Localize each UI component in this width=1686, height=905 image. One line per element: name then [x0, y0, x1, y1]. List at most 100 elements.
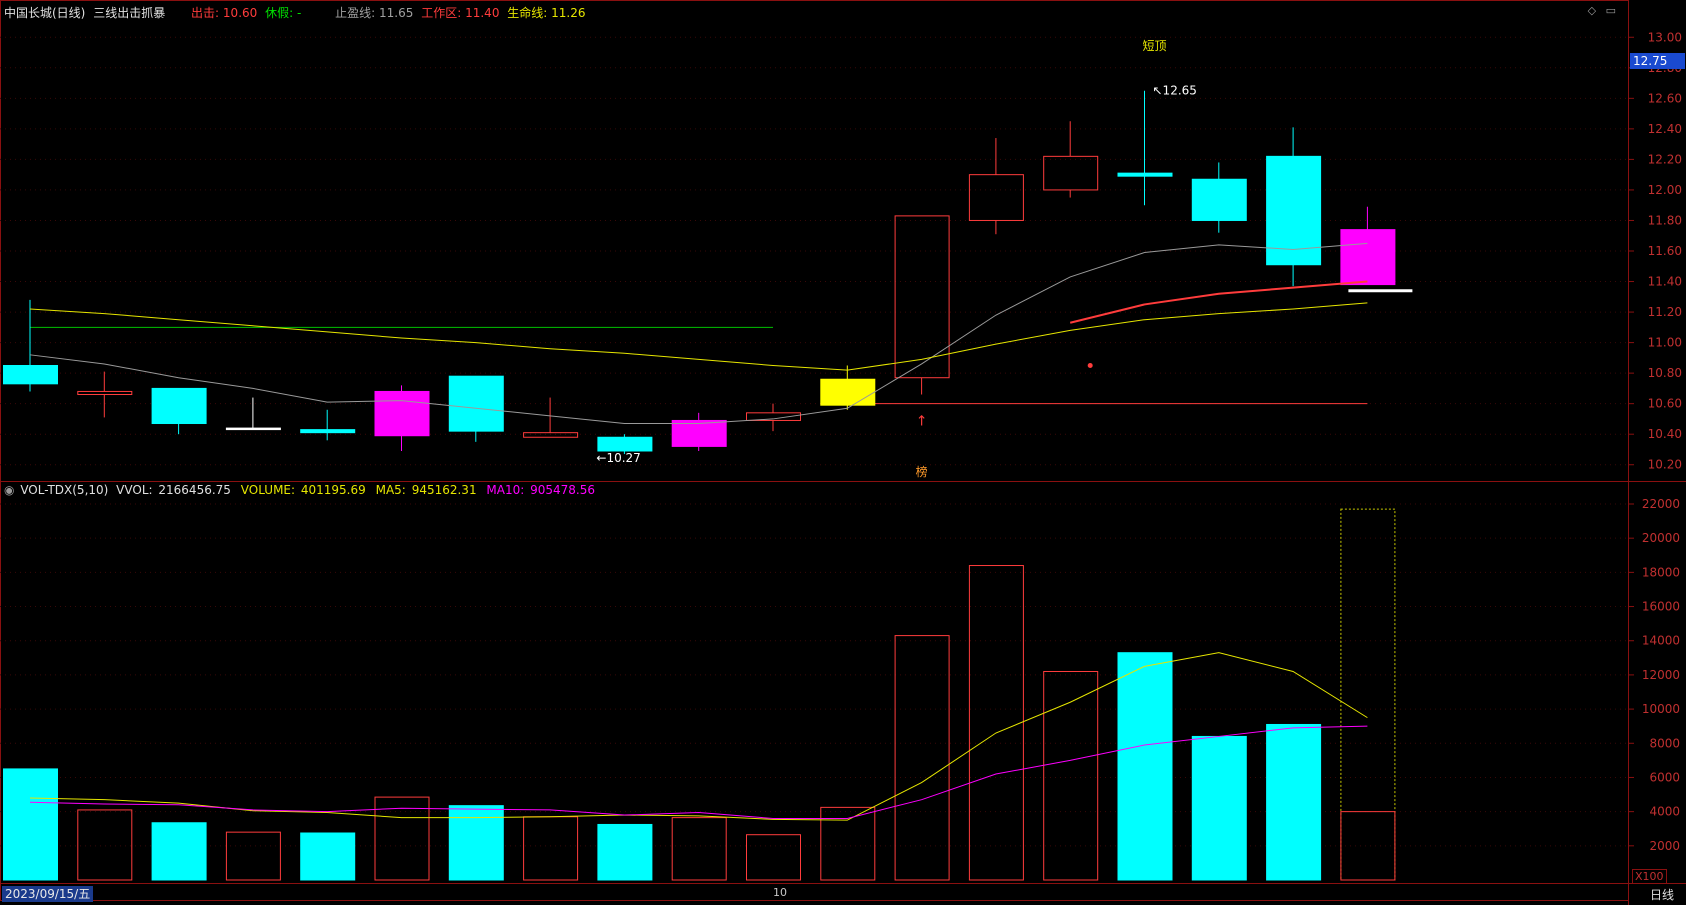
volume-bar — [523, 816, 579, 881]
candle-body — [523, 432, 579, 438]
candle-body — [968, 174, 1024, 221]
up-arrow-icon: ↑ — [916, 414, 928, 430]
indicator-name[interactable]: 三线出击抓暴 — [93, 6, 165, 20]
volume-bar — [671, 817, 727, 881]
current-price-tag: 12.75 — [1630, 53, 1685, 69]
volume-header: ◉ VOL-TDX(5,10) VVOL: 2166456.75 VOLUME:… — [4, 483, 601, 497]
volume-bar — [968, 565, 1024, 881]
volume-bar — [1043, 670, 1099, 881]
chart-header: 中国长城(日线) 三线出击抓暴 出击: 10.60 休假: - 止盈线: 11.… — [4, 4, 590, 22]
ma10-label: MA10: — [486, 483, 525, 497]
ma-red-line — [1069, 280, 1368, 324]
volume-unit: X100 — [1632, 869, 1667, 884]
price-tick-label: 10.60 — [1648, 397, 1682, 411]
volume-tick-label: 10000 — [1642, 702, 1680, 716]
chuji-label: 出击: — [191, 6, 220, 20]
candle-body — [1191, 178, 1247, 221]
bang-marker: 榜 — [916, 464, 928, 479]
candle-body — [1043, 155, 1099, 191]
signal-dot — [1087, 363, 1093, 368]
candle-body — [1117, 172, 1173, 177]
price-tick-label: 11.80 — [1648, 213, 1682, 227]
ma5-label: MA5: — [375, 483, 406, 497]
stop-label: 止盈线: — [335, 6, 376, 20]
candle-body — [225, 427, 281, 431]
life-value: 11.26 — [551, 6, 586, 20]
ma5-value: 945162.31 — [411, 483, 477, 497]
price-tick-label: 10.20 — [1648, 458, 1682, 472]
candle-body — [3, 365, 58, 385]
price-tick-label: 11.00 — [1648, 336, 1682, 350]
vvol-value: 2166456.75 — [158, 483, 231, 497]
candle-body — [1340, 229, 1396, 286]
work-value: 11.40 — [465, 6, 500, 20]
price-tick-label: 11.60 — [1648, 244, 1682, 258]
price-tick-label: 10.80 — [1648, 366, 1682, 380]
xiujia-value: - — [296, 6, 302, 20]
price-tick-label: 11.40 — [1648, 275, 1682, 289]
ma-yellow-line — [29, 302, 1368, 371]
volume-bar — [597, 823, 653, 881]
volume-bar-forecast — [1340, 508, 1396, 881]
volume-tick-label: 12000 — [1642, 668, 1680, 682]
work-label: 工作区: — [421, 6, 462, 20]
candle-body — [77, 390, 133, 396]
volume-tick-label: 4000 — [1649, 805, 1680, 819]
volume-bar — [894, 635, 950, 881]
volume-bar — [1117, 652, 1173, 881]
cursor-date: 2023/09/15/五 — [2, 886, 94, 902]
volume-bar — [300, 832, 356, 881]
price-tick-label: 12.00 — [1648, 183, 1682, 197]
volume-bar — [448, 805, 504, 881]
stop-value: 11.65 — [379, 6, 414, 20]
stock-chart[interactable]: 13.0012.8012.6012.4012.2012.0011.8011.60… — [0, 0, 1686, 905]
candle-body — [151, 387, 207, 425]
volume-indicator-name[interactable]: VOL-TDX(5,10) — [20, 483, 108, 497]
collapse-icon[interactable]: ◉ — [4, 483, 14, 497]
volume-tick-label: 20000 — [1642, 531, 1680, 545]
chuji-value: 10.60 — [222, 6, 258, 20]
volume-tick-label: 8000 — [1649, 736, 1680, 750]
period-button[interactable]: 日线 — [1650, 886, 1674, 903]
volume-tick-label: 22000 — [1642, 497, 1680, 511]
volume-bar — [1340, 811, 1396, 881]
volume-tick-label: 18000 — [1642, 565, 1680, 579]
volume-bar — [1266, 723, 1322, 881]
x-tick-label: 10 — [773, 886, 787, 899]
volume-value: 401195.69 — [300, 483, 366, 497]
volume-tick-label: 16000 — [1642, 600, 1680, 614]
volume-bar — [3, 768, 58, 881]
high-price-label: ↖12.65 — [1153, 84, 1197, 98]
candle-body — [820, 378, 876, 406]
low-price-label: ←10.27 — [596, 451, 640, 465]
window-controls: ◇ ▭ — [1582, 4, 1616, 17]
volume-tick-label: 2000 — [1649, 839, 1680, 853]
candle-body — [300, 429, 356, 434]
ma10-value: 905478.56 — [530, 483, 596, 497]
vvol-label: VVOL: — [116, 483, 153, 497]
volume-label: VOLUME: — [240, 483, 296, 497]
candle-body — [671, 419, 727, 447]
price-tick-label: 12.40 — [1648, 122, 1682, 136]
volume-bar — [77, 809, 133, 881]
candle-body — [374, 390, 430, 437]
restore-icon[interactable]: ▭ — [1606, 4, 1616, 17]
volume-tick-label: 6000 — [1649, 770, 1680, 784]
price-tick-label: 13.00 — [1648, 30, 1682, 44]
life-label: 生命线: — [507, 6, 548, 20]
chart-frame — [0, 0, 1629, 901]
diamond-icon[interactable]: ◇ — [1588, 4, 1596, 17]
candle-body — [448, 375, 504, 432]
price-tick-label: 10.40 — [1648, 427, 1682, 441]
price-tick-label: 12.60 — [1648, 91, 1682, 105]
candle-body — [894, 215, 950, 379]
ma-gray-line — [29, 242, 1368, 425]
volume-tick-label: 14000 — [1642, 634, 1680, 648]
volume-bar — [151, 822, 207, 881]
volume-bar — [746, 834, 801, 881]
price-tick-label: 11.20 — [1648, 305, 1682, 319]
stock-title[interactable]: 中国长城(日线) — [4, 6, 85, 20]
price-tick-label: 12.20 — [1648, 152, 1682, 166]
xiujia-label: 休假: — [265, 6, 294, 20]
short-top-label: 短顶 — [1142, 39, 1166, 53]
